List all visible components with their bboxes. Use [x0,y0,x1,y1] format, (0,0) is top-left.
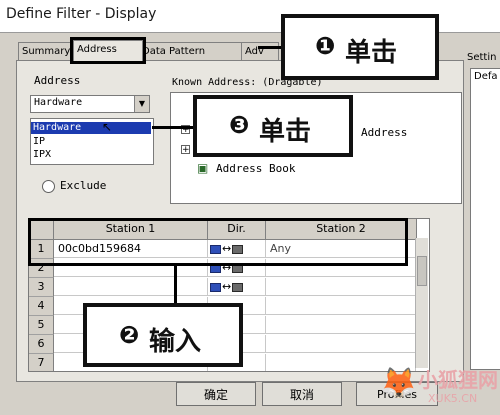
callout-3-text: 单击 [259,117,312,147]
ok-button[interactable]: 确定 [176,382,256,406]
callout-connector [174,266,177,306]
row-number: 4 [29,297,54,316]
fox-logo-icon: 🦊 [380,366,418,401]
address-book-icon: ▣ [197,161,209,175]
exclude-radio[interactable] [42,180,55,193]
combo-value: Hardware [34,97,83,108]
exclude-label: Exclude [60,179,107,192]
direction-arrow-icon: ↔ [222,280,232,293]
station2-cell[interactable] [266,316,416,334]
tree-item-address-book[interactable]: Address Book [216,162,295,175]
callout-1-marker: ❶ [315,32,336,60]
tab-data-pattern[interactable]: Data Pattern [138,42,246,61]
watermark-subtext: XUK5.CN [428,392,478,405]
station2-cell[interactable] [266,335,416,353]
settings-label: Settin [467,52,497,63]
address-group-label: Address [34,74,81,87]
row-highlight-box [28,218,408,266]
computer-icon [210,282,221,292]
row-number: 5 [29,316,54,335]
tab-address[interactable]: Address [70,37,146,64]
settings-list[interactable]: Defa [470,68,500,370]
row-number: 6 [29,335,54,354]
watermark-text: 小狐狸网 [418,368,498,392]
callout-2: ❷ 输入 [83,303,243,367]
dropdown-option-ipx[interactable]: IPX [33,149,51,161]
row-number: 3 [29,278,54,297]
dropdown-option-hardware[interactable]: Hardware [31,122,151,134]
chevron-down-icon[interactable]: ▼ [134,96,149,112]
grid-vertical-scrollbar[interactable] [415,238,428,368]
callout-1-text: 单击 [345,38,398,68]
callout-3: ❸ 单击 [193,95,353,157]
tab-advanced[interactable]: Adv [241,42,279,61]
callout-2-text: 输入 [149,327,202,357]
mouse-cursor-icon: ↖ [102,120,113,134]
tree-expand-icon[interactable]: + [181,145,190,155]
dropdown-option-ip[interactable]: IP [33,136,45,148]
callout-1: ❶ 单击 [281,14,439,80]
station1-cell[interactable] [54,278,208,296]
watermark: 🦊 小狐狸网 XUK5.CN [380,358,500,415]
address-type-dropdown: Hardware IP IPX [30,118,154,165]
station2-cell[interactable] [266,278,416,296]
row-number: 7 [29,354,54,371]
callout-3-marker: ❸ [229,111,250,139]
tree-item-address[interactable]: Address [361,126,407,139]
dir-cell[interactable]: ↔ [208,278,266,296]
station2-cell[interactable] [266,297,416,315]
tab-summary[interactable]: Summary [18,42,78,61]
settings-item-default[interactable]: Defa [474,71,498,82]
callout-connector [152,126,196,129]
address-type-combo[interactable]: Hardware ▼ [30,95,150,113]
cancel-button[interactable]: 取消 [262,382,342,406]
scrollbar-thumb[interactable] [417,256,427,286]
callout-2-marker: ❷ [119,321,140,349]
window-title: Define Filter - Display [6,6,157,22]
computer-icon [232,282,244,292]
